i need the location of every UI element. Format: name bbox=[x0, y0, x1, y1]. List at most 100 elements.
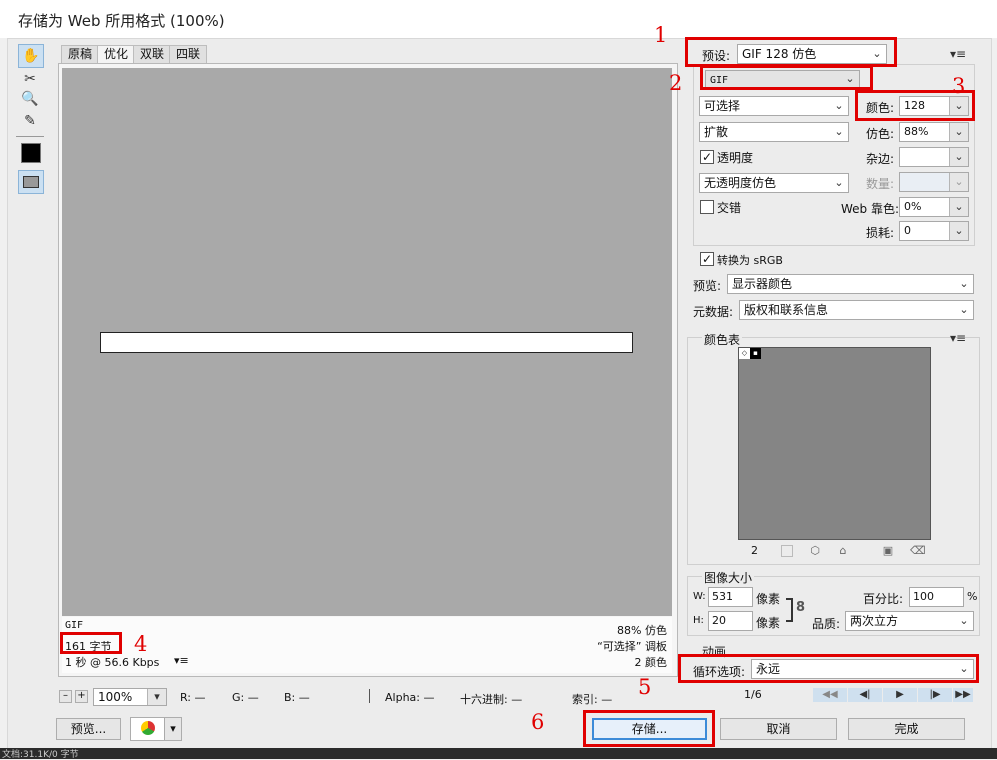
zoom-in-button[interactable]: + bbox=[75, 690, 88, 703]
dither-algorithm-select[interactable]: 扩散 ⌄ bbox=[699, 122, 849, 142]
annotation-number-6: 6 bbox=[531, 710, 545, 734]
color-table-menu-icon[interactable]: ▾≡ bbox=[950, 331, 966, 345]
color-swatch-black[interactable]: ▪ bbox=[750, 348, 761, 359]
trash-icon[interactable]: ⌫ bbox=[910, 545, 926, 557]
chevron-down-icon: ⌄ bbox=[959, 303, 969, 316]
interlace-label: 交错 bbox=[717, 201, 742, 215]
dither-amount-field[interactable]: 88% ⌄ bbox=[899, 122, 969, 142]
slice-select-tool-icon[interactable]: ✂ bbox=[18, 68, 42, 90]
map-transparency-icon[interactable] bbox=[781, 545, 793, 557]
annotation-box-2 bbox=[700, 65, 873, 90]
r-readout: R: — bbox=[180, 691, 206, 704]
info-palette: “可选择” 调板 bbox=[597, 640, 667, 653]
done-button[interactable]: 完成 bbox=[848, 718, 965, 740]
hand-tool-icon[interactable]: ✋ bbox=[18, 44, 44, 68]
color-reduction-select[interactable]: 可选择 ⌄ bbox=[699, 96, 849, 116]
height-label: H: bbox=[693, 615, 704, 626]
chevron-down-icon: ⌄ bbox=[959, 614, 969, 627]
zoom-select[interactable]: 100% ▾ bbox=[93, 688, 167, 706]
window-title: 存储为 Web 所用格式 (100%) bbox=[18, 12, 225, 30]
convert-srgb-label: 转换为 sRGB bbox=[717, 254, 783, 267]
last-frame-icon[interactable]: ▶▶ bbox=[953, 688, 973, 702]
lock-icon[interactable]: ⌂ bbox=[837, 545, 849, 557]
metadata-select[interactable]: 版权和联系信息 ⌄ bbox=[739, 300, 974, 320]
image-size-title: 图像大小 bbox=[702, 569, 755, 586]
color-table[interactable]: ◇ ▪ bbox=[738, 347, 931, 540]
transparency-dither-select[interactable]: 无透明度仿色 ⌄ bbox=[699, 173, 849, 193]
percent-input[interactable]: 100 bbox=[909, 587, 964, 607]
width-unit: 像素 bbox=[756, 592, 781, 606]
annotation-box-4 bbox=[60, 632, 122, 654]
lossy-value: 0 bbox=[904, 224, 911, 237]
frame-counter: 1/6 bbox=[744, 688, 762, 701]
amount-field: ⌄ bbox=[899, 172, 969, 192]
info-menu-icon[interactable]: ▾≡ bbox=[174, 654, 189, 667]
tab-optimized[interactable]: 优化 bbox=[97, 45, 135, 64]
add-color-icon[interactable]: ▣ bbox=[882, 545, 894, 557]
eyedropper-color-swatch[interactable] bbox=[21, 143, 41, 163]
chevron-down-icon: ⌄ bbox=[949, 173, 968, 191]
zoom-out-button[interactable]: – bbox=[59, 690, 72, 703]
interlace-checkbox[interactable] bbox=[700, 200, 714, 214]
chevron-down-icon: ⌄ bbox=[959, 277, 969, 290]
width-label: W: bbox=[693, 591, 706, 602]
previous-frame-icon[interactable]: ◀| bbox=[848, 688, 882, 702]
color-swatch-white[interactable]: ◇ bbox=[739, 348, 750, 359]
cancel-button[interactable]: 取消 bbox=[720, 718, 837, 740]
color-table-title: 颜色表 bbox=[702, 331, 743, 348]
chevron-down-icon: ⌄ bbox=[949, 198, 968, 216]
matte-select[interactable]: ⌄ bbox=[899, 147, 969, 167]
optimize-menu-icon[interactable]: ▾≡ bbox=[950, 47, 966, 61]
tab-4up[interactable]: 四联 bbox=[169, 45, 207, 63]
eyedropper-tool-icon[interactable]: ✎ bbox=[18, 110, 42, 132]
transparency-dither-value: 无透明度仿色 bbox=[704, 176, 777, 190]
transparency-label: 透明度 bbox=[717, 151, 754, 165]
web-snap-field[interactable]: 0% ⌄ bbox=[899, 197, 969, 217]
browser-select[interactable]: ▾ bbox=[130, 717, 182, 741]
zoom-tool-icon[interactable]: 🔍 bbox=[18, 88, 42, 110]
toolbox: ✋ ✂ 🔍 ✎ bbox=[14, 42, 48, 202]
preview-mode-value: 显示器颜色 bbox=[732, 277, 793, 291]
info-dither: 88% 仿色 bbox=[617, 624, 667, 637]
amount-label: 数量: bbox=[866, 177, 895, 191]
web-snap-value: 0% bbox=[904, 200, 922, 213]
link-icon[interactable]: 8 bbox=[796, 600, 805, 615]
annotation-number-4: 4 bbox=[134, 632, 148, 656]
lossy-field[interactable]: 0 ⌄ bbox=[899, 221, 969, 241]
quality-select[interactable]: 两次立方 ⌄ bbox=[845, 611, 974, 631]
toggle-slices-icon[interactable] bbox=[18, 170, 44, 194]
chevron-down-icon: ⌄ bbox=[949, 222, 968, 240]
web-shift-cube-icon[interactable]: ⬡ bbox=[809, 545, 821, 557]
web-snap-label: Web 靠色: bbox=[841, 202, 900, 216]
first-frame-icon[interactable]: ◀◀ bbox=[813, 688, 847, 702]
percent-unit: % bbox=[967, 590, 978, 603]
color-count: 2 bbox=[751, 544, 758, 557]
chevron-down-icon: ⌄ bbox=[834, 125, 844, 138]
preview-mode-select[interactable]: 显示器颜色 ⌄ bbox=[727, 274, 974, 294]
readout-divider bbox=[369, 689, 370, 703]
metadata-label: 元数据: bbox=[693, 305, 734, 319]
annotation-box-5 bbox=[678, 654, 979, 683]
dither-label: 仿色: bbox=[866, 127, 895, 141]
chevron-down-icon: ▾ bbox=[147, 689, 166, 705]
annotation-box-1 bbox=[685, 37, 897, 67]
tab-original[interactable]: 原稿 bbox=[61, 45, 99, 63]
optimization-info: GIF 161 字节 1 秒 @ 56.6 Kbps ▾≡ 88% 仿色 “可选… bbox=[62, 617, 672, 673]
percent-label: 百分比: bbox=[863, 592, 904, 606]
transparency-checkbox[interactable]: ✓ bbox=[700, 150, 714, 164]
info-colors: 2 颜色 bbox=[634, 656, 668, 669]
tab-2up[interactable]: 双联 bbox=[133, 45, 171, 63]
width-input[interactable]: 531 bbox=[708, 587, 753, 607]
info-format: GIF bbox=[65, 620, 84, 631]
chevron-down-icon: ⌄ bbox=[949, 123, 968, 141]
chevron-down-icon: ⌄ bbox=[834, 176, 844, 189]
zoom-value: 100% bbox=[98, 690, 133, 704]
play-icon[interactable]: ▶ bbox=[883, 688, 917, 702]
status-bar: 文档:31.1K/0 字节 bbox=[0, 748, 997, 760]
preview-button[interactable]: 预览... bbox=[56, 718, 121, 740]
preview-image bbox=[100, 332, 633, 353]
next-frame-icon[interactable]: |▶ bbox=[918, 688, 952, 702]
convert-srgb-checkbox[interactable]: ✓ bbox=[700, 252, 714, 266]
height-input[interactable]: 20 bbox=[708, 611, 753, 631]
annotation-box-6 bbox=[583, 710, 715, 747]
